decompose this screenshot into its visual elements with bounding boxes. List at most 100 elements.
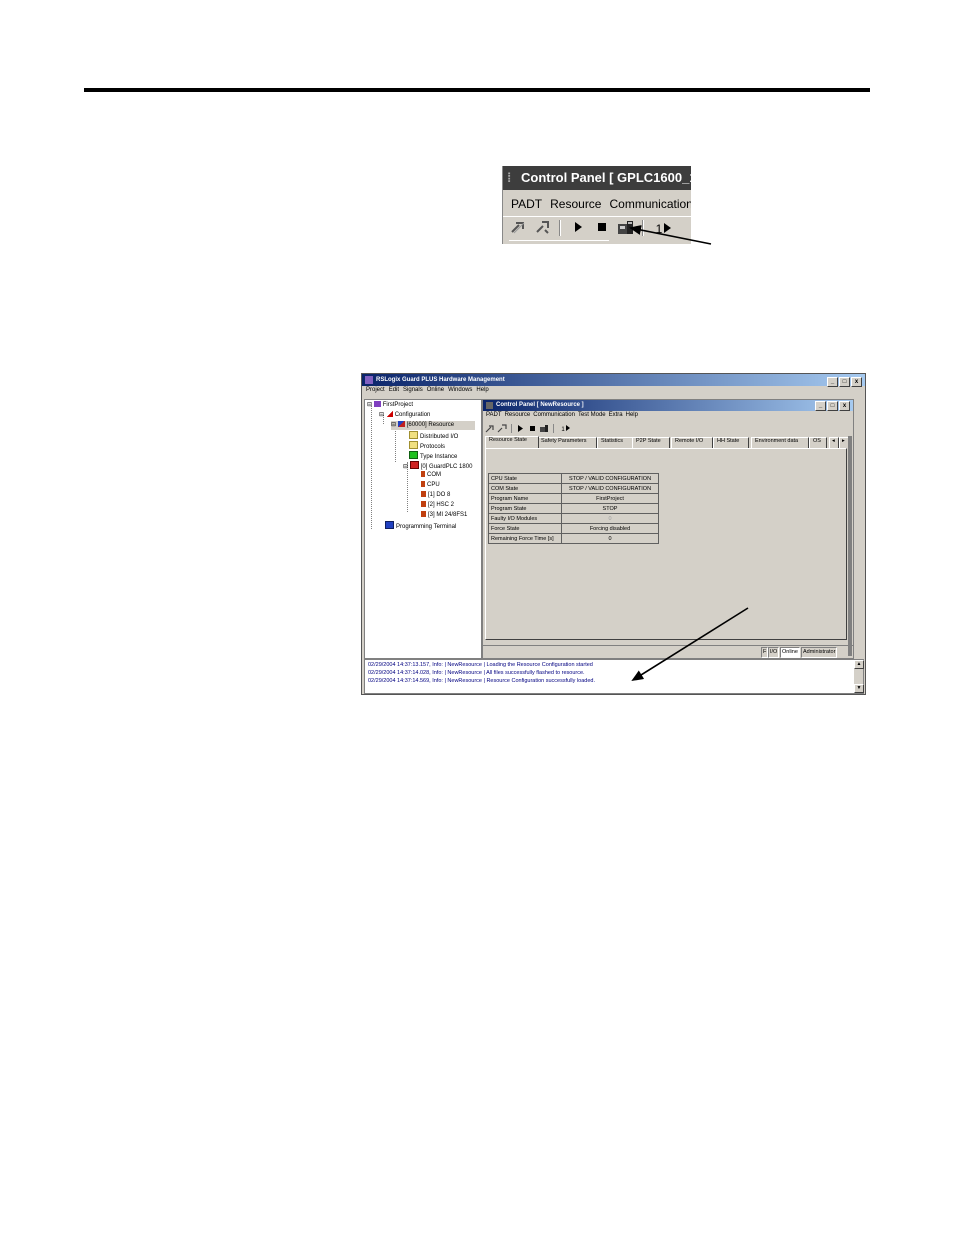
tab-safety-parameters[interactable]: Safety Parameters xyxy=(537,437,597,448)
load-icon[interactable] xyxy=(616,219,636,237)
log-scroll-up-button[interactable]: ▲ xyxy=(854,660,864,669)
cp-disconnect-icon[interactable] xyxy=(497,424,507,433)
zoomed-control-panel: ⁞ Control Panel [ GPLC1600_1 PADT Resource… xyxy=(502,166,691,244)
tab-hh-state[interactable]: HH State xyxy=(713,437,749,448)
tree-module-2[interactable]: [2] HSC 2 xyxy=(421,501,454,510)
log-line: 02/29/2004 14:37:14.569, Info: | NewReso… xyxy=(368,678,595,684)
table-row: Program State STOP xyxy=(488,503,659,514)
control-panel-menu: PADT Resource Communication Test Mode Extra H… xyxy=(483,412,638,422)
zoom-menu-padt[interactable]: PADT xyxy=(511,197,542,211)
zoom-title: Control Panel [ GPLC1600_1 xyxy=(521,170,691,185)
maximize-button[interactable]: □ xyxy=(839,377,850,387)
table-row: Program Name FirstProject xyxy=(488,493,659,504)
cp-menu-padt[interactable]: PADT xyxy=(486,412,502,418)
minimize-button[interactable]: _ xyxy=(827,377,838,387)
start-icon[interactable] xyxy=(568,219,588,237)
log-line: 02/29/2004 14:37:13.157, Info: | NewReso… xyxy=(368,662,593,668)
module-icon xyxy=(421,491,426,497)
tree-resource[interactable]: ⊟ [60000] Resource xyxy=(391,421,475,430)
table-row: Remaining Force Time [s] 0 xyxy=(488,533,659,544)
menu-online[interactable]: Online xyxy=(427,387,444,393)
tab-environment-data[interactable]: Environment data xyxy=(751,437,809,448)
status-online: Online xyxy=(780,647,800,658)
project-tree: ⊟ FirstProject ⊟ Configuration ⊟ [60000]… xyxy=(364,399,482,659)
tree-configuration[interactable]: ⊟ Configuration xyxy=(379,411,430,420)
cp-maximize-button[interactable]: □ xyxy=(827,401,838,411)
connect-icon[interactable] xyxy=(509,219,529,237)
tree-module-1[interactable]: [1] DO 8 xyxy=(421,491,450,500)
tab-os[interactable]: OS xyxy=(809,437,827,448)
cp-menu-communication[interactable]: Communication xyxy=(533,412,575,418)
cp-start-icon[interactable] xyxy=(515,424,525,433)
tree-com[interactable]: COM xyxy=(421,471,441,480)
cp-menu-extra[interactable]: Extra xyxy=(609,412,623,418)
step-label: 1 xyxy=(655,222,663,236)
configuration-icon xyxy=(385,411,393,417)
tree-module-3[interactable]: [3] MI 24/8FS1 xyxy=(421,511,467,520)
module-icon xyxy=(421,481,425,487)
module-icon xyxy=(421,501,426,507)
cp-menu-test-mode[interactable]: Test Mode xyxy=(578,412,606,418)
status-user: Administrator xyxy=(801,647,838,658)
tab-resource-state[interactable]: Resource State xyxy=(485,436,539,448)
menu-windows[interactable]: Windows xyxy=(448,387,472,393)
tab-p2p-state[interactable]: P2P State xyxy=(632,437,670,448)
cp-menu-help[interactable]: Help xyxy=(626,412,638,418)
table-row: Faulty I/O Modules 0 xyxy=(488,513,659,524)
log-line: 02/29/2004 14:37:14.028, Info: | NewReso… xyxy=(368,670,585,676)
tab-scroll-left-button[interactable]: ◂ xyxy=(829,437,839,448)
cp-close-button[interactable]: x xyxy=(839,401,850,411)
control-panel-status-bar: F I/O Online Administrator xyxy=(483,645,853,658)
table-row: COM State STOP / VALID CONFIGURATION xyxy=(488,483,659,494)
app-menu-bar: Project Edit Signals Online Windows Help xyxy=(362,387,489,397)
disconnect-icon[interactable] xyxy=(533,219,553,237)
tab-remote-io[interactable]: Remote I/O xyxy=(671,437,713,448)
cp-stop-icon[interactable] xyxy=(527,424,537,433)
menu-signals[interactable]: Signals xyxy=(403,387,423,393)
type-instance-icon xyxy=(409,451,418,459)
header-rule xyxy=(84,88,870,92)
zoom-divider xyxy=(509,240,609,244)
control-panel-icon xyxy=(486,402,493,409)
resource-icon xyxy=(397,421,405,427)
cp-load-icon[interactable] xyxy=(539,424,549,433)
step-icon[interactable]: 1 xyxy=(651,219,677,237)
zoom-menu-resource[interactable]: Resource xyxy=(550,197,601,211)
control-panel-title: Control Panel [ NewResource ] xyxy=(496,402,584,408)
tree-type-instance[interactable]: Type Instance xyxy=(409,451,457,460)
control-panel-icon: ⁞ xyxy=(507,170,512,185)
log-scrollbar[interactable]: ▲ ▼ xyxy=(854,660,864,693)
menu-edit[interactable]: Edit xyxy=(389,387,399,393)
status-io: I/O xyxy=(768,647,780,658)
folder-icon xyxy=(409,441,418,449)
zoom-menu-bar: PADT Resource Communication xyxy=(503,194,691,214)
table-row: CPU State STOP / VALID CONFIGURATION xyxy=(488,473,659,484)
control-panel-title-bar: Control Panel [ NewResource ] _ □ x xyxy=(483,400,853,411)
cp-menu-resource[interactable]: Resource xyxy=(505,412,531,418)
log-window: 02/29/2004 14:37:13.157, Info: | NewReso… xyxy=(364,659,864,694)
cp-connect-icon[interactable] xyxy=(485,424,495,433)
tab-statistics[interactable]: Statistics xyxy=(597,437,633,448)
cp-minimize-button[interactable]: _ xyxy=(815,401,826,411)
control-panel-scrollbar[interactable] xyxy=(848,436,852,656)
module-icon xyxy=(421,471,425,477)
resource-state-table: CPU State STOP / VALID CONFIGURATION COM … xyxy=(488,473,659,544)
log-scroll-down-button[interactable]: ▼ xyxy=(854,684,864,693)
tree-controller[interactable]: ⊟ [0] GuardPLC 1800 xyxy=(403,461,472,470)
cp-step-icon[interactable]: 1 xyxy=(559,424,573,433)
close-button[interactable]: x xyxy=(851,377,862,387)
tree-programming-terminal[interactable]: Programming Terminal xyxy=(385,521,456,530)
menu-help[interactable]: Help xyxy=(476,387,488,393)
app-icon xyxy=(365,376,373,384)
tree-protocols[interactable]: Protocols xyxy=(409,441,445,450)
zoom-menu-communication[interactable]: Communication xyxy=(609,197,691,211)
stop-icon[interactable] xyxy=(592,219,612,237)
tree-cpu[interactable]: CPU xyxy=(421,481,440,490)
controller-icon xyxy=(409,461,419,469)
module-icon xyxy=(421,511,426,517)
tree-project[interactable]: ⊟ FirstProject xyxy=(367,401,413,410)
control-panel-toolbar: 1 xyxy=(483,423,853,434)
table-row: Force State Forcing disabled xyxy=(488,523,659,534)
menu-project[interactable]: Project xyxy=(366,387,385,393)
tree-distributed-io[interactable]: Distributed I/O xyxy=(409,431,458,440)
